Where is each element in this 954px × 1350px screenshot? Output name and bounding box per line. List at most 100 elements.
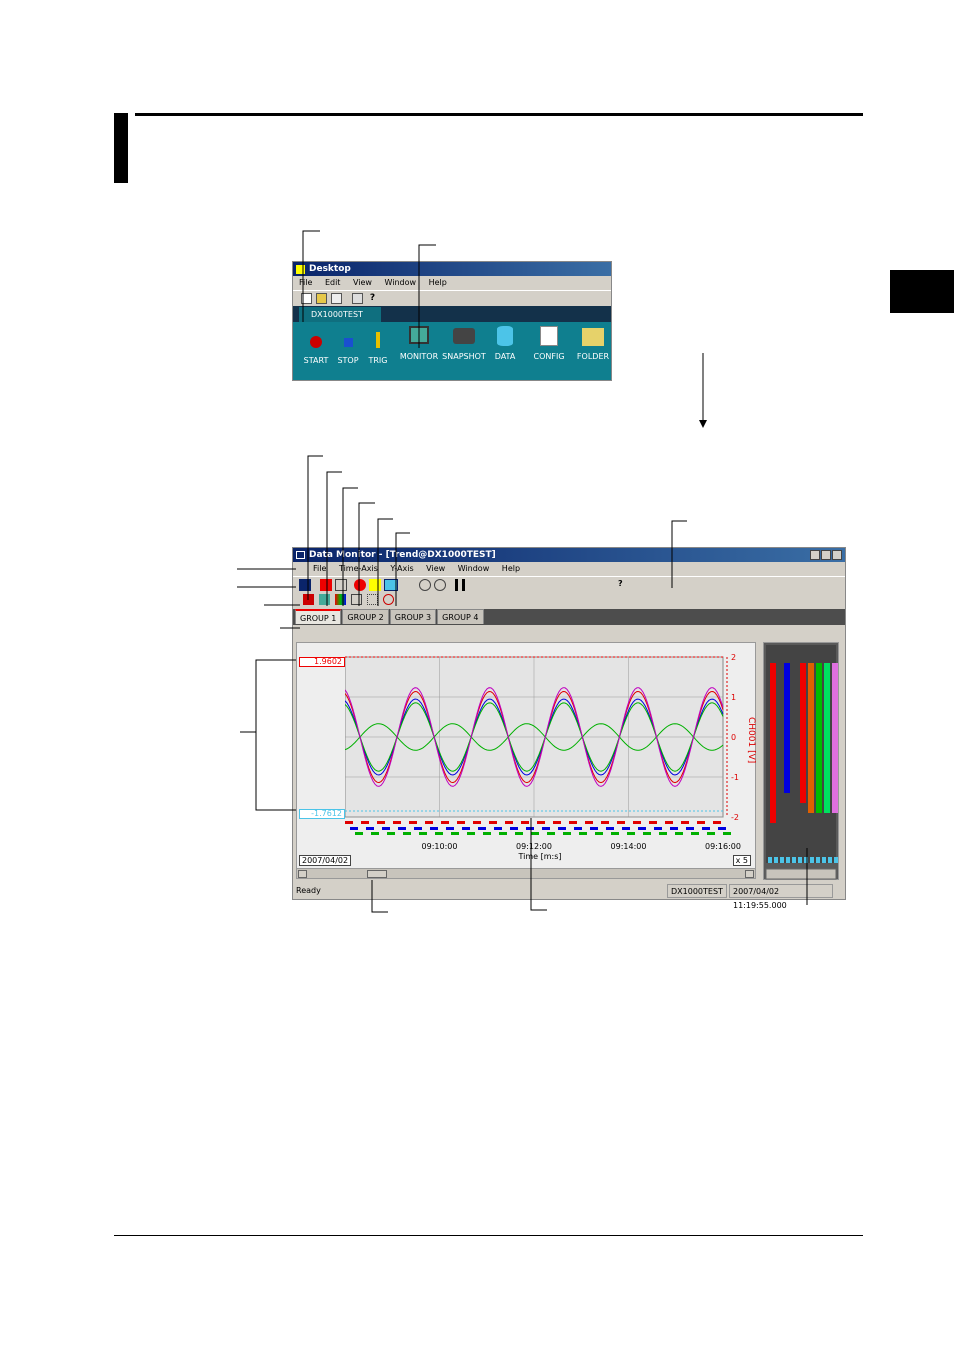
- status-time-text: 2007/04/02 11:19:55.000: [733, 887, 787, 910]
- record-icon[interactable]: [299, 579, 311, 591]
- tab-group-2[interactable]: GROUP 2: [342, 609, 389, 624]
- desktop-menu-edit[interactable]: Edit: [325, 278, 341, 287]
- export-icon[interactable]: [331, 293, 342, 304]
- timer-icon[interactable]: [383, 594, 394, 605]
- bargraph-plot: [765, 645, 838, 880]
- monitor-menu-view[interactable]: View: [426, 564, 445, 573]
- bar: [816, 663, 822, 813]
- time-tick-label: 09:12:00: [516, 842, 552, 851]
- digital-segment: [403, 832, 411, 835]
- launch-data[interactable]: DATA: [491, 326, 519, 361]
- chapter-thumb-tab: [890, 270, 954, 313]
- digital-segment: [713, 821, 721, 824]
- bar-indicator: [774, 857, 778, 863]
- zoom-in-icon[interactable]: [419, 579, 431, 591]
- monitor-menu-y-axis[interactable]: Y-Axis: [390, 564, 413, 573]
- bar-icon[interactable]: [455, 579, 465, 591]
- bar-indicator: [804, 857, 808, 863]
- time-tick-label: 09:16:00: [705, 842, 741, 851]
- digital-segment: [483, 832, 491, 835]
- digital-segment: [467, 832, 475, 835]
- status-device-text: DX1000TEST: [671, 887, 723, 896]
- scroll-thumb[interactable]: [367, 870, 387, 878]
- digital-icon[interactable]: [335, 579, 347, 591]
- monitor-menu-help[interactable]: Help: [502, 564, 520, 573]
- trend-icon[interactable]: [384, 579, 398, 591]
- alarm-icon[interactable]: [354, 579, 366, 591]
- pause-icon[interactable]: [320, 579, 332, 591]
- desktop-menu-file[interactable]: File: [299, 278, 312, 287]
- bug-icon[interactable]: [303, 594, 314, 605]
- digital-segment: [569, 821, 577, 824]
- desktop-title-bar[interactable]: Desktop: [293, 262, 611, 276]
- digital-segment: [590, 827, 598, 830]
- digital-segment: [355, 832, 363, 835]
- desktop-menu-view[interactable]: View: [353, 278, 372, 287]
- help-icon[interactable]: ?: [618, 579, 628, 591]
- desktop-menu-help[interactable]: Help: [429, 278, 447, 287]
- time-tick-label: 09:10:00: [422, 842, 458, 851]
- digital-segment: [633, 821, 641, 824]
- status-ready-text: Ready: [296, 886, 321, 895]
- date-label: 2007/04/02: [299, 855, 352, 866]
- new-icon[interactable]: [301, 293, 312, 304]
- group-tabs: GROUP 1 GROUP 2 GROUP 3 GROUP 4: [293, 609, 845, 625]
- digital-segment: [558, 827, 566, 830]
- bar: [800, 663, 806, 803]
- scroll-right-icon[interactable]: [745, 870, 754, 878]
- monitor-menu-file[interactable]: File: [313, 564, 326, 573]
- launch-snapshot[interactable]: SNAPSHOT: [441, 326, 487, 361]
- digital-segment: [409, 821, 417, 824]
- tab-group-2-label: GROUP 2: [347, 613, 384, 622]
- footer-rule: [114, 1235, 863, 1236]
- open-icon[interactable]: [316, 293, 327, 304]
- bar-indicator: [780, 857, 784, 863]
- tab-group-1[interactable]: GROUP 1: [295, 609, 342, 624]
- monitor-title-bar[interactable]: Data Monitor - [Trend@DX1000TEST]: [293, 548, 845, 562]
- bar-indicator: [828, 857, 832, 863]
- bargraph-panel: [763, 642, 839, 880]
- digital-segment: [473, 821, 481, 824]
- zoom-out-icon[interactable]: [434, 579, 446, 591]
- maximize-icon[interactable]: [821, 550, 831, 560]
- digital-segment: [531, 832, 539, 835]
- close-icon[interactable]: [832, 550, 842, 560]
- help-icon[interactable]: ?: [367, 293, 378, 304]
- grid-icon[interactable]: [367, 594, 378, 605]
- launch-folder[interactable]: FOLDER: [575, 326, 611, 361]
- trigger-icon: [376, 332, 380, 348]
- graph-icon[interactable]: [319, 594, 330, 605]
- y-tick-label: -1: [731, 773, 739, 782]
- time-scrollbar[interactable]: [296, 868, 756, 879]
- chapter-bar: [114, 113, 128, 183]
- digital-segment: [366, 827, 374, 830]
- launch-config[interactable]: CONFIG: [531, 326, 567, 361]
- table-icon[interactable]: [351, 594, 362, 605]
- color-bars-icon[interactable]: [335, 594, 346, 605]
- desktop-menu-window[interactable]: Window: [385, 278, 417, 287]
- folder-icon: [582, 328, 604, 346]
- bar-indicator: [768, 857, 772, 863]
- digital-segment: [681, 821, 689, 824]
- launch-trig[interactable]: TRIG: [365, 332, 391, 365]
- marker-icon[interactable]: [369, 579, 381, 591]
- digital-segment: [446, 827, 454, 830]
- cursor-top-value: 1.9602: [299, 657, 345, 667]
- properties-icon[interactable]: [352, 293, 363, 304]
- tab-group-4[interactable]: GROUP 4: [437, 609, 484, 624]
- desktop-tab[interactable]: DX1000TEST: [299, 307, 381, 322]
- monitor-menu-time-axis[interactable]: Time-Axis: [339, 564, 378, 573]
- launch-start[interactable]: START: [303, 332, 329, 365]
- bar-indicator: [792, 857, 796, 863]
- tab-group-3[interactable]: GROUP 3: [389, 609, 437, 624]
- minimize-icon[interactable]: [810, 550, 820, 560]
- launch-monitor[interactable]: MONITOR: [399, 326, 439, 361]
- time-tick-label: 09:14:00: [611, 842, 647, 851]
- scroll-left-icon[interactable]: [298, 870, 307, 878]
- trend-panel: 1.9602 -1.7612 2 1 0 -1 -2 CH001 [V] 09:10:00 0…: [296, 642, 756, 872]
- digital-segment: [451, 832, 459, 835]
- digital-segment: [510, 827, 518, 830]
- monitor-menu-window[interactable]: Window: [458, 564, 490, 573]
- monitor-window: Data Monitor - [Trend@DX1000TEST] File T…: [292, 547, 846, 910]
- launch-stop[interactable]: STOP: [335, 332, 361, 365]
